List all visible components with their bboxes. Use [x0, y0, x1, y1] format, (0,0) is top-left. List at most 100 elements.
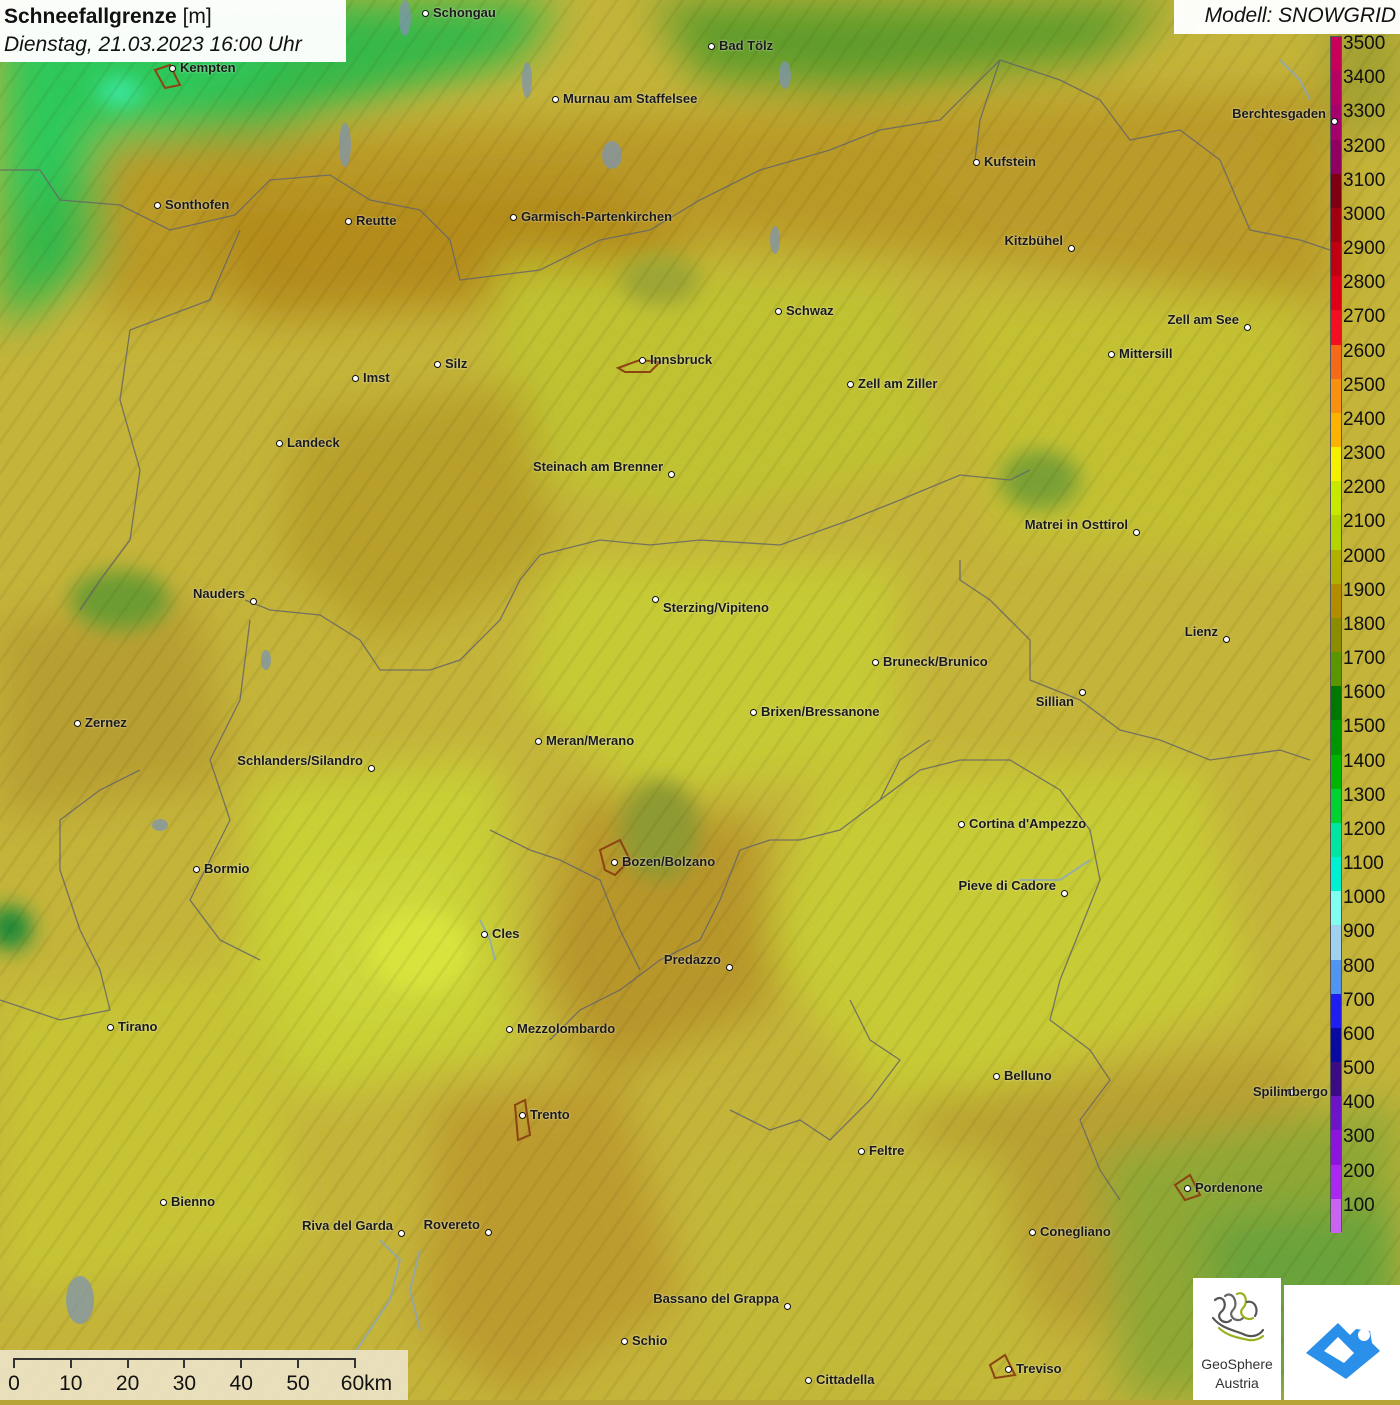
- city-dot: [1107, 350, 1115, 358]
- city-dot: [106, 1023, 114, 1031]
- city-dot: [651, 595, 659, 603]
- city-label: Cortina d'Ampezzo: [969, 816, 1087, 831]
- city-dot: [505, 1025, 513, 1033]
- legend-label: 3100: [1343, 169, 1386, 191]
- city-dot: [992, 1072, 1000, 1080]
- legend-label: 2400: [1343, 408, 1386, 430]
- city-label: Treviso: [1016, 1361, 1062, 1376]
- legend-label: 1900: [1343, 579, 1386, 601]
- scale-label: 20: [115, 1372, 140, 1395]
- legend-label: 2700: [1343, 306, 1386, 328]
- scale-label: 60km: [340, 1372, 393, 1395]
- legend-label: 600: [1343, 1023, 1375, 1045]
- legend-label: 2600: [1343, 340, 1386, 362]
- city-label: Zernez: [85, 715, 127, 730]
- city-label: Mezzolombardo: [517, 1021, 616, 1036]
- city-label: Schongau: [433, 5, 496, 20]
- city-dot: [73, 719, 81, 727]
- city-label: Kempten: [180, 60, 236, 75]
- city-label: Spilimbergo: [1252, 1084, 1328, 1099]
- legend-label: 2900: [1343, 238, 1386, 260]
- city-dot: [1004, 1365, 1012, 1373]
- city-dot: [783, 1302, 791, 1310]
- city-dot: [1132, 528, 1140, 536]
- city-label: Mittersill: [1119, 346, 1173, 361]
- legend-label: 400: [1343, 1092, 1375, 1114]
- city-dot: [846, 380, 854, 388]
- legend-label: 3300: [1343, 101, 1386, 123]
- legend-label: 200: [1343, 1160, 1375, 1182]
- city-dot: [871, 658, 879, 666]
- city-label: Zell am Ziller: [858, 376, 938, 391]
- city-label: Garmisch-Partenkirchen: [521, 209, 673, 224]
- city-label: Sterzing/Vipiteno: [663, 600, 769, 615]
- legend-swatch: [1331, 378, 1341, 414]
- city-label: Nauders: [192, 586, 245, 601]
- legend-swatch: [1331, 788, 1341, 824]
- snow-house-icon: [1306, 1323, 1380, 1379]
- city-label: Cittadella: [816, 1372, 875, 1387]
- city-label: Sonthofen: [165, 197, 230, 212]
- legend-label: 1600: [1343, 682, 1386, 704]
- city-dot: [249, 597, 257, 605]
- legend-swatch: [1331, 1062, 1341, 1097]
- city-dot: [1067, 244, 1075, 252]
- city-label: Bassano del Grappa: [653, 1291, 779, 1306]
- scale-label: 0: [8, 1372, 20, 1395]
- city-label: Berchtesgaden: [1232, 106, 1326, 121]
- legend-swatch: [1331, 412, 1341, 448]
- city-label: Silz: [445, 356, 468, 371]
- legend-label: 3500: [1343, 33, 1386, 54]
- city-label: Belluno: [1004, 1068, 1052, 1083]
- city-label: Schio: [632, 1333, 668, 1348]
- legend-label: 2300: [1343, 443, 1386, 465]
- city-label: Imst: [363, 370, 390, 385]
- legend-swatch: [1331, 993, 1341, 1029]
- legend-label: 700: [1343, 989, 1375, 1011]
- legend-swatch: [1331, 71, 1341, 106]
- legend-label: 1100: [1343, 853, 1384, 875]
- legend-label: 3000: [1343, 203, 1386, 225]
- legend-swatch: [1331, 1027, 1341, 1063]
- city-dot: [972, 158, 980, 166]
- city-label: Steinach am Brenner: [532, 459, 663, 474]
- scale-tick: [69, 1358, 72, 1368]
- geosphere-country: Austria: [1215, 1375, 1259, 1391]
- city-label: Brixen/Bressanone: [761, 704, 880, 719]
- city-dot: [534, 737, 542, 745]
- legend-label: 1700: [1343, 648, 1386, 670]
- city-dot: [275, 439, 283, 447]
- city-label: Pieve di Cadore: [958, 878, 1056, 893]
- legend-label: 1200: [1343, 818, 1386, 840]
- city-dot: [192, 865, 200, 873]
- city-label: Sillian: [1035, 694, 1074, 709]
- city-dot: [1078, 688, 1086, 696]
- legend-swatch: [1331, 583, 1341, 619]
- app-logo[interactable]: [1284, 1285, 1400, 1400]
- city-dot: [638, 356, 646, 364]
- city-dot: [484, 1228, 492, 1236]
- city-label: Riva del Garda: [301, 1218, 393, 1233]
- legend-swatch: [1331, 447, 1341, 482]
- city-label: Pordenone: [1195, 1180, 1263, 1195]
- city-label: Schwaz: [786, 303, 834, 318]
- city-label: Matrei in Osttirol: [1024, 517, 1128, 532]
- legend-label: 2800: [1343, 272, 1386, 294]
- city-dot: [1330, 117, 1338, 125]
- city-dot: [804, 1376, 812, 1384]
- city-label: Schlanders/Silandro: [237, 753, 363, 768]
- legend-label: 100: [1343, 1194, 1375, 1216]
- map-date: Dienstag, 21.03.2023 16:00 Uhr: [4, 33, 302, 56]
- legend-swatch: [1331, 1096, 1341, 1131]
- legend-label: 500: [1343, 1058, 1375, 1080]
- city-dot: [620, 1337, 628, 1345]
- city-label: Bad Tölz: [719, 38, 774, 53]
- legend-swatch: [1331, 549, 1341, 585]
- scale-tick: [240, 1358, 243, 1368]
- legend-label: 1000: [1343, 887, 1386, 909]
- legend-label: 3200: [1343, 135, 1386, 157]
- scale-tick: [13, 1358, 15, 1368]
- title-unit: [m]: [182, 5, 212, 28]
- legend-swatch: [1331, 310, 1341, 346]
- legend-swatch: [1331, 1164, 1341, 1200]
